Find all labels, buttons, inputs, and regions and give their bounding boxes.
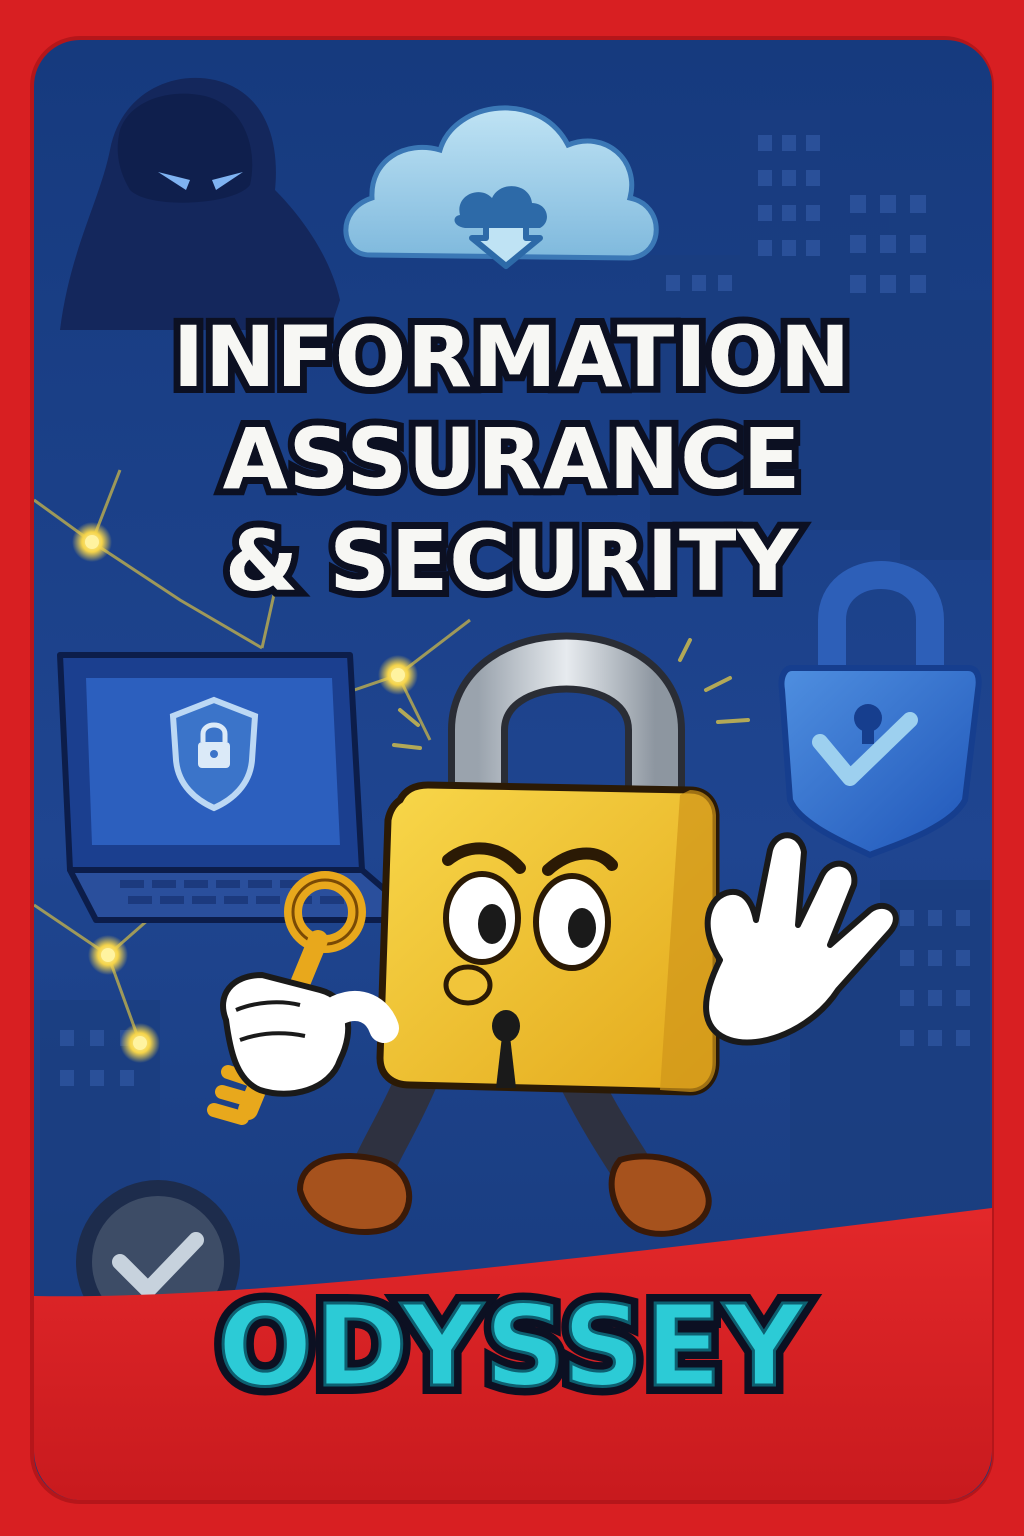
title-line-1: INFORMATION bbox=[172, 308, 852, 406]
brand-logo: ODYSSEY bbox=[216, 1281, 807, 1414]
title-line-3: & SECURITY bbox=[224, 512, 800, 610]
title-line-2: ASSURANCE bbox=[222, 410, 802, 508]
poster: INFORMATION INFORMATION ASSURANCE ASSURA… bbox=[0, 0, 1024, 1536]
